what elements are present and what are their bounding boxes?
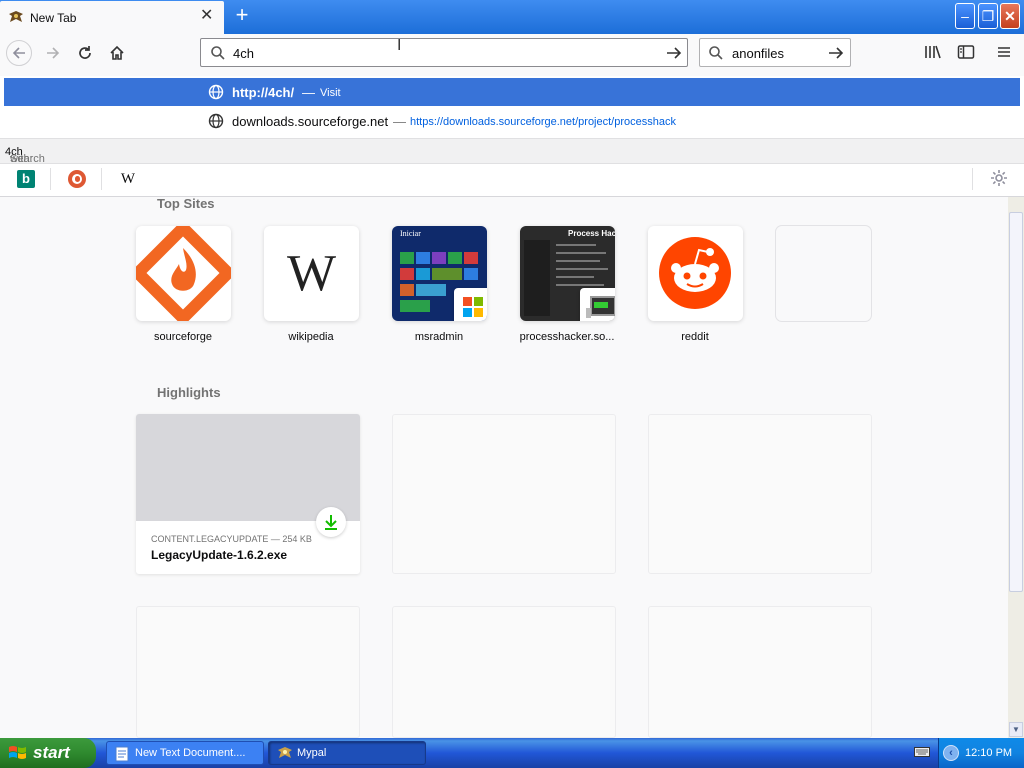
taskbar-button-label: Mypal	[297, 747, 327, 759]
windows-flag-icon	[9, 746, 26, 759]
highlight-card-empty	[392, 606, 616, 738]
duckduckgo-icon[interactable]	[68, 170, 86, 188]
autocomplete-row-action: Visit	[320, 87, 341, 99]
highlights-heading: Highlights	[157, 385, 221, 400]
reload-button[interactable]	[72, 40, 98, 66]
autocomplete-row-separator: —	[393, 114, 406, 129]
tab-title: New Tab	[30, 11, 77, 25]
url-autocomplete-popup: http://4ch/ — Visit downloads.sourceforg…	[0, 76, 1024, 197]
engine-divider	[50, 168, 51, 190]
search-icon	[709, 46, 723, 60]
menu-button[interactable]	[996, 44, 1016, 62]
highlight-source: CONTENT.LEGACYUPDATE — 254 KB	[151, 534, 312, 544]
globe-icon	[208, 84, 224, 100]
highlight-card-empty	[136, 606, 360, 738]
mypal-icon	[9, 11, 23, 22]
go-arrow-icon[interactable]	[666, 45, 682, 61]
windows-logo-icon	[454, 288, 487, 321]
msradmin-thumb-text: Iniciar	[400, 229, 421, 238]
autocomplete-row-label: downloads.sourceforge.net	[232, 114, 389, 129]
text-cursor-icon: I	[397, 37, 402, 54]
search-input-text[interactable]: anonfiles	[732, 46, 784, 61]
top-site-label: sourceforge	[153, 331, 213, 343]
start-button[interactable]: start	[0, 738, 96, 768]
new-tab-button[interactable]: +	[232, 4, 252, 26]
highlight-title: LegacyUpdate-1.6.2.exe	[151, 548, 288, 562]
search-with-text: Search for 4ch with:	[5, 146, 45, 177]
one-off-search-engines: b W	[0, 163, 1024, 194]
back-button[interactable]	[6, 40, 32, 66]
library-icon	[925, 45, 941, 59]
keyboard-icon[interactable]	[914, 746, 930, 758]
tab-new-tab[interactable]: New Tab ✕	[0, 1, 224, 34]
autocomplete-row-history[interactable]: downloads.sourceforge.net — https://down…	[4, 108, 1020, 134]
taskbar-button-text-document[interactable]: New Text Document....	[106, 741, 264, 765]
mypal-icon	[278, 747, 292, 758]
top-site-empty[interactable]	[776, 226, 871, 321]
highlight-card-empty	[648, 414, 872, 574]
close-tab-icon[interactable]: ✕	[200, 8, 214, 24]
reload-icon	[79, 46, 91, 59]
highlight-card-empty	[392, 414, 616, 574]
sourceforge-logo-icon	[136, 226, 231, 321]
top-site-label: reddit	[681, 331, 709, 343]
show-hidden-icons-button[interactable]: ‹	[943, 745, 959, 761]
top-site-sourceforge[interactable]	[136, 226, 231, 321]
reddit-logo-icon	[659, 237, 731, 309]
highlight-card-empty	[648, 606, 872, 738]
download-icon	[316, 507, 346, 537]
search-settings-button[interactable]	[990, 169, 1008, 187]
autocomplete-row-label: http://4ch/	[232, 85, 295, 100]
search-go-arrow-icon[interactable]	[828, 45, 844, 61]
wikipedia-logo-icon: W	[286, 245, 337, 302]
close-window-button[interactable]: ✕	[1000, 3, 1020, 29]
notepad-icon	[115, 746, 129, 762]
minimize-button[interactable]: ‒	[955, 3, 975, 29]
restore-button[interactable]: ❐	[978, 3, 998, 29]
highlight-preview	[136, 414, 360, 521]
system-tray: ‹ 12:10 PM	[938, 738, 1024, 768]
library-button[interactable]	[924, 44, 944, 62]
hamburger-menu-icon	[998, 47, 1010, 57]
wikipedia-icon[interactable]: W	[119, 170, 137, 188]
search-icon	[211, 46, 225, 60]
engine-divider	[101, 168, 102, 190]
home-icon	[110, 45, 124, 60]
autocomplete-row-url: https://downloads.sourceforge.net/projec…	[410, 116, 676, 128]
autocomplete-row-visit[interactable]: http://4ch/ — Visit	[4, 78, 1020, 106]
scrollbar-thumb[interactable]	[1009, 212, 1023, 592]
top-site-label: wikipedia	[288, 331, 334, 343]
sidebar-icon	[957, 45, 975, 59]
highlight-card-download[interactable]: CONTENT.LEGACYUPDATE — 254 KB LegacyUpda…	[136, 414, 360, 574]
top-site-msradmin[interactable]: Iniciar	[392, 226, 487, 321]
forward-button[interactable]	[40, 40, 66, 66]
start-label: start	[33, 743, 70, 762]
top-site-label: processhacker.so...	[519, 331, 615, 343]
back-arrow-icon	[12, 47, 25, 59]
bing-icon[interactable]: b	[17, 170, 35, 188]
clock: 12:10 PM	[965, 747, 1013, 759]
search-with-bar: Search for 4ch with:	[0, 138, 1024, 177]
globe-icon	[208, 113, 224, 129]
sidebar-button[interactable]	[957, 44, 977, 62]
taskbar-button-label: New Text Document....	[135, 747, 246, 759]
taskbar-button-mypal[interactable]: Mypal	[268, 741, 426, 765]
scroll-down-button[interactable]: ▼	[1009, 722, 1023, 737]
top-sites-heading: Top Sites	[157, 196, 215, 211]
processhacker-thumb-text: Process Hack	[568, 229, 615, 238]
top-site-label: msradmin	[414, 331, 464, 343]
search-bar[interactable]: anonfiles	[699, 38, 851, 67]
url-bar[interactable]: 4ch	[200, 38, 688, 67]
home-button[interactable]	[104, 40, 130, 66]
top-site-processhacker[interactable]: Process Hack	[520, 226, 615, 321]
processhacker-logo-icon	[580, 288, 615, 321]
url-input-text[interactable]: 4ch	[233, 46, 254, 61]
engine-divider	[972, 168, 973, 190]
autocomplete-row-separator: —	[302, 85, 315, 100]
gear-icon	[991, 170, 1007, 186]
top-site-reddit[interactable]	[648, 226, 743, 321]
top-site-wikipedia[interactable]: W	[264, 226, 359, 321]
forward-arrow-icon	[47, 47, 60, 59]
